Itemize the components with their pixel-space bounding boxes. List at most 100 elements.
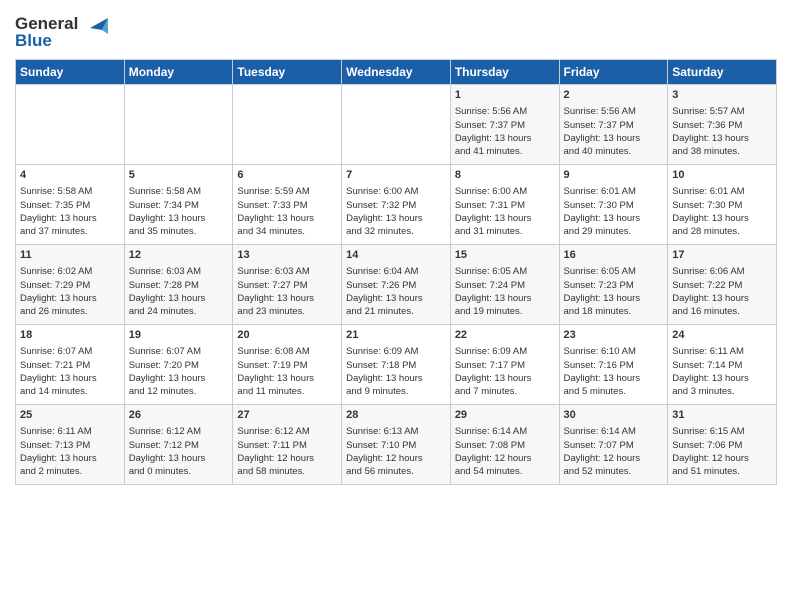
day-number: 13 xyxy=(237,248,337,263)
day-info: Daylight: 13 hours xyxy=(346,372,446,385)
weekday-header-saturday: Saturday xyxy=(668,60,777,85)
logo: General Blue xyxy=(15,15,108,49)
day-info: and 56 minutes. xyxy=(346,465,446,478)
day-info: Sunset: 7:08 PM xyxy=(455,439,555,452)
day-info: Sunrise: 6:11 AM xyxy=(672,345,772,358)
calendar-cell: 12Sunrise: 6:03 AMSunset: 7:28 PMDayligh… xyxy=(124,245,233,325)
calendar-cell: 23 Sunrise: 6:10 AMSunset: 7:16 PMDayligh… xyxy=(559,325,668,405)
day-info: Sunrise: 5:59 AM xyxy=(237,185,337,198)
calendar-cell: 1 Sunrise: 5:56 AMSunset: 7:37 PMDaylight… xyxy=(450,85,559,165)
day-info: Sunset: 7:13 PM xyxy=(20,439,120,452)
day-number: 23 xyxy=(564,328,664,343)
calendar-cell: 14Sunrise: 6:04 AMSunset: 7:26 PMDayligh… xyxy=(342,245,451,325)
day-info: Sunrise: 6:14 AM xyxy=(455,425,555,438)
day-info: and 7 minutes. xyxy=(455,385,555,398)
day-number: 15 xyxy=(455,248,555,263)
day-info: Daylight: 13 hours xyxy=(20,212,120,225)
calendar-cell: 27Sunrise: 6:12 AMSunset: 7:11 PMDayligh… xyxy=(233,405,342,485)
day-info: Daylight: 13 hours xyxy=(129,292,229,305)
day-info: Daylight: 13 hours xyxy=(455,372,555,385)
calendar-cell: 25Sunrise: 6:11 AMSunset: 7:13 PMDayligh… xyxy=(16,405,125,485)
day-info: Daylight: 13 hours xyxy=(455,132,555,145)
day-info: Sunset: 7:21 PM xyxy=(20,359,120,372)
day-info: and 40 minutes. xyxy=(564,145,664,158)
day-info: and 3 minutes. xyxy=(672,385,772,398)
day-info: Daylight: 13 hours xyxy=(129,212,229,225)
day-info: Sunset: 7:29 PM xyxy=(20,279,120,292)
week-row-4: 18Sunrise: 6:07 AMSunset: 7:21 PMDayligh… xyxy=(16,325,777,405)
day-info: Daylight: 13 hours xyxy=(237,372,337,385)
day-info: and 28 minutes. xyxy=(672,225,772,238)
weekday-header-sunday: Sunday xyxy=(16,60,125,85)
day-number: 29 xyxy=(455,408,555,423)
day-info: Sunset: 7:22 PM xyxy=(672,279,772,292)
calendar-cell: 19Sunrise: 6:07 AMSunset: 7:20 PMDayligh… xyxy=(124,325,233,405)
day-info: and 24 minutes. xyxy=(129,305,229,318)
day-number: 22 xyxy=(455,328,555,343)
day-info: Sunset: 7:06 PM xyxy=(672,439,772,452)
day-info: Sunset: 7:30 PM xyxy=(672,199,772,212)
day-info: Sunset: 7:23 PM xyxy=(564,279,664,292)
day-info: Sunrise: 5:56 AM xyxy=(455,105,555,118)
day-info: Sunrise: 6:14 AM xyxy=(564,425,664,438)
day-info: Sunrise: 6:13 AM xyxy=(346,425,446,438)
day-info: and 9 minutes. xyxy=(346,385,446,398)
day-info: Sunset: 7:20 PM xyxy=(129,359,229,372)
day-info: and 51 minutes. xyxy=(672,465,772,478)
day-info: and 16 minutes. xyxy=(672,305,772,318)
day-info: Sunrise: 5:56 AM xyxy=(564,105,664,118)
day-info: and 5 minutes. xyxy=(564,385,664,398)
calendar-cell: 8Sunrise: 6:00 AMSunset: 7:31 PMDaylight… xyxy=(450,165,559,245)
calendar-cell: 16Sunrise: 6:05 AMSunset: 7:23 PMDayligh… xyxy=(559,245,668,325)
day-info: Sunset: 7:37 PM xyxy=(455,119,555,132)
day-number: 4 xyxy=(20,168,120,183)
day-info: and 0 minutes. xyxy=(129,465,229,478)
day-info: Sunrise: 6:03 AM xyxy=(129,265,229,278)
day-number: 2 xyxy=(564,88,664,103)
week-row-1: 1Sunrise: 5:56 AMSunset: 7:37 PMDaylight… xyxy=(16,85,777,165)
weekday-header-row: SundayMondayTuesdayWednesdayThursdayFrid… xyxy=(16,60,777,85)
day-info: and 11 minutes. xyxy=(237,385,337,398)
day-info: Sunset: 7:07 PM xyxy=(564,439,664,452)
logo-wing-icon xyxy=(80,14,108,42)
day-info: Sunrise: 5:58 AM xyxy=(129,185,229,198)
weekday-header-wednesday: Wednesday xyxy=(342,60,451,85)
day-info: Daylight: 13 hours xyxy=(672,372,772,385)
day-info: Sunset: 7:28 PM xyxy=(129,279,229,292)
day-info: Sunrise: 6:10 AM xyxy=(564,345,664,358)
day-info: Sunrise: 6:03 AM xyxy=(237,265,337,278)
day-info: Daylight: 12 hours xyxy=(455,452,555,465)
calendar-cell: 31Sunrise: 6:15 AMSunset: 7:06 PMDayligh… xyxy=(668,405,777,485)
day-info: Sunset: 7:32 PM xyxy=(346,199,446,212)
day-info: Sunrise: 6:07 AM xyxy=(20,345,120,358)
day-info: Daylight: 12 hours xyxy=(237,452,337,465)
day-info: Daylight: 13 hours xyxy=(346,212,446,225)
day-info: Sunset: 7:37 PM xyxy=(564,119,664,132)
day-number: 16 xyxy=(564,248,664,263)
day-info: Sunrise: 6:12 AM xyxy=(129,425,229,438)
day-info: Daylight: 13 hours xyxy=(564,372,664,385)
day-info: Sunset: 7:26 PM xyxy=(346,279,446,292)
day-number: 25 xyxy=(20,408,120,423)
calendar-cell xyxy=(233,85,342,165)
day-info: Daylight: 13 hours xyxy=(564,292,664,305)
day-number: 28 xyxy=(346,408,446,423)
day-info: Daylight: 13 hours xyxy=(129,372,229,385)
day-info: Daylight: 13 hours xyxy=(455,212,555,225)
day-info: Daylight: 13 hours xyxy=(20,292,120,305)
day-info: Sunrise: 6:15 AM xyxy=(672,425,772,438)
weekday-header-monday: Monday xyxy=(124,60,233,85)
calendar-cell: 26Sunrise: 6:12 AMSunset: 7:12 PMDayligh… xyxy=(124,405,233,485)
day-info: Sunrise: 6:01 AM xyxy=(672,185,772,198)
day-info: Sunset: 7:34 PM xyxy=(129,199,229,212)
day-info: Daylight: 13 hours xyxy=(129,452,229,465)
day-info: and 58 minutes. xyxy=(237,465,337,478)
day-number: 1 xyxy=(455,88,555,103)
calendar-cell: 6Sunrise: 5:59 AMSunset: 7:33 PMDaylight… xyxy=(233,165,342,245)
day-info: Sunset: 7:11 PM xyxy=(237,439,337,452)
calendar-cell: 29 Sunrise: 6:14 AMSunset: 7:08 PMDayligh… xyxy=(450,405,559,485)
day-info: and 21 minutes. xyxy=(346,305,446,318)
day-info: Daylight: 13 hours xyxy=(20,452,120,465)
day-info: Sunset: 7:16 PM xyxy=(564,359,664,372)
logo-container: General Blue xyxy=(15,15,108,49)
